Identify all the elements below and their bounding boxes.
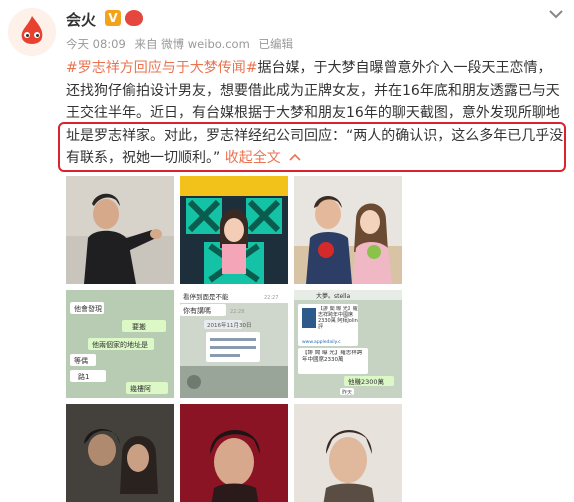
chat-time: 22:28 xyxy=(230,309,244,315)
collapse-text-link[interactable]: 收起全文 xyxy=(225,150,301,166)
chat-line: 幾樓阿 xyxy=(130,384,151,393)
chat-screenshot-image: 他會發現 要搬 他兩個家的地址是 等偶 路1 幾樓阿 xyxy=(66,290,174,398)
photo-tv-show-image xyxy=(180,176,288,284)
chat-header: 大夢。stella xyxy=(316,292,351,300)
chevron-down-icon[interactable] xyxy=(548,8,564,20)
chat-time: 22:27 xyxy=(264,295,278,301)
chat-line: 要搬 xyxy=(132,322,146,331)
photo-thumbnail[interactable] xyxy=(180,404,288,502)
collapse-label: 收起全文 xyxy=(224,150,281,166)
chevron-up-icon xyxy=(289,153,301,161)
chat-news: 【誹 聞 曝 光】羅志祥跨年中國席2330萬 阿拜Jolin評 xyxy=(318,306,358,330)
edited-label[interactable]: 已编辑 xyxy=(258,37,293,51)
photo-dark-couple-image xyxy=(66,404,174,502)
photo-thumbnail[interactable] xyxy=(180,176,288,284)
chat-tag: 昨天 xyxy=(342,389,352,396)
chat-news: 【誹 聞 曝 光】羅志祥跨年中國席2330萬 xyxy=(302,350,363,363)
chat-line: 你有講嗎 xyxy=(183,306,211,315)
chat-line: 他會發現 xyxy=(74,304,102,313)
post-source[interactable]: 来自 微博 weibo.com xyxy=(134,37,249,51)
photo-thumbnail[interactable] xyxy=(294,176,402,284)
chat-line: 等偶 xyxy=(74,356,88,365)
post-meta: 今天 08:09 来自 微博 weibo.com 已编辑 xyxy=(66,36,298,52)
post-text: #罗志祥方回应与于大梦传闻#据台媒，于大梦自曝曾意外介入一段天王恋情，还找狗仔偷… xyxy=(66,57,564,170)
photo-portrait-red-image xyxy=(180,404,288,502)
flame-logo-icon xyxy=(8,8,56,56)
verified-icon: V xyxy=(105,10,121,26)
photo-portrait-image xyxy=(294,404,402,502)
post-time[interactable]: 今天 08:09 xyxy=(66,37,126,51)
vip-level-icon xyxy=(125,10,143,26)
photo-man-posing-image xyxy=(66,176,174,284)
photo-couple-image xyxy=(294,176,402,284)
avatar[interactable] xyxy=(8,8,56,56)
photo-thumbnail[interactable] xyxy=(294,404,402,502)
photo-thumbnail[interactable] xyxy=(66,404,174,502)
chat-line: 看停到面是不能 xyxy=(183,292,229,301)
chat-line: 路1 xyxy=(78,372,89,381)
chat-screenshot-thumbnail[interactable]: 大夢。stella 【誹 聞 曝 光】羅志祥跨年中國席2330萬 阿拜Jolin… xyxy=(294,290,402,398)
chat-screenshot-image: 看停到面是不能 你有講嗎 2016年11月30日 22:27 22:28 xyxy=(180,290,288,398)
chat-link: www.appledaily.c xyxy=(302,339,341,345)
chat-screenshot-image: 大夢。stella 【誹 聞 曝 光】羅志祥跨年中國席2330萬 阿拜Jolin… xyxy=(294,290,402,398)
chat-line: 他賺2300萬 xyxy=(348,377,385,386)
chat-screenshot-thumbnail[interactable]: 他會發現 要搬 他兩個家的地址是 等偶 路1 幾樓阿 xyxy=(66,290,174,398)
photo-thumbnail[interactable] xyxy=(66,176,174,284)
chat-screenshot-thumbnail[interactable]: 看停到面是不能 你有講嗎 2016年11月30日 22:27 22:28 xyxy=(180,290,288,398)
chat-date: 2016年11月30日 xyxy=(207,321,252,329)
hashtag-link[interactable]: #罗志祥方回应与于大梦传闻# xyxy=(66,60,257,76)
username[interactable]: 会火 xyxy=(66,9,96,30)
chat-line: 他兩個家的地址是 xyxy=(92,340,148,349)
